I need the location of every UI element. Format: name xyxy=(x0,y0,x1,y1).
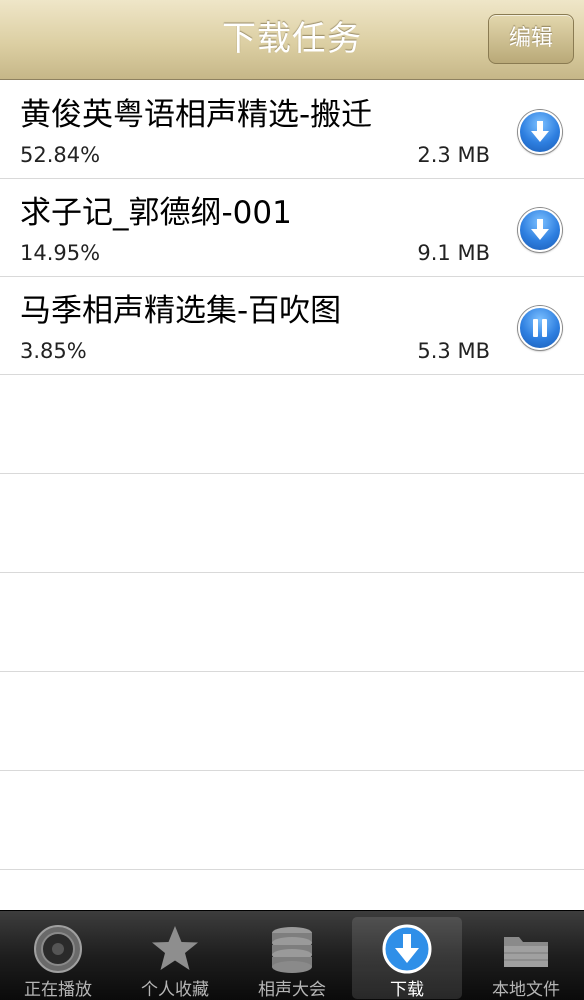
empty-row xyxy=(0,672,584,771)
download-arrow-icon[interactable] xyxy=(518,110,562,154)
tab-label: 相声大会 xyxy=(258,980,326,1000)
tab-label: 正在播放 xyxy=(24,980,92,1000)
app-screen: 下载任务 编辑 黄俊英粤语相声精选-搬迁 52.84% 2.3 MB 求子记_郭… xyxy=(0,0,584,1000)
edit-button[interactable]: 编辑 xyxy=(488,14,574,64)
download-size: 2.3 MB xyxy=(417,143,490,167)
download-arrow-icon[interactable] xyxy=(518,208,562,252)
empty-row xyxy=(0,771,584,870)
tab-bar: 正在播放 个人收藏 相声大会 下载 本地文件 xyxy=(0,910,584,1000)
empty-row xyxy=(0,375,584,474)
database-icon xyxy=(272,927,312,973)
download-size: 5.3 MB xyxy=(417,339,490,363)
download-icon xyxy=(382,924,432,974)
download-row[interactable]: 求子记_郭德纲-001 14.95% 9.1 MB xyxy=(0,179,584,277)
tab-now-playing[interactable]: 正在播放 xyxy=(0,911,116,1000)
download-title: 马季相声精选集-百吹图 xyxy=(20,293,342,329)
pause-icon[interactable] xyxy=(518,306,562,350)
download-progress: 52.84% xyxy=(20,143,101,167)
speaker-icon xyxy=(34,925,82,973)
folder-icon xyxy=(504,937,548,967)
download-row[interactable]: 黄俊英粤语相声精选-搬迁 52.84% 2.3 MB xyxy=(0,81,584,179)
download-row[interactable]: 马季相声精选集-百吹图 3.85% 5.3 MB xyxy=(0,277,584,375)
empty-row xyxy=(0,474,584,573)
download-list: 黄俊英粤语相声精选-搬迁 52.84% 2.3 MB 求子记_郭德纲-001 1… xyxy=(0,81,584,870)
download-title: 黄俊英粤语相声精选-搬迁 xyxy=(20,97,373,133)
download-title: 求子记_郭德纲-001 xyxy=(20,195,292,231)
download-progress: 3.85% xyxy=(20,339,87,363)
tab-label: 下载 xyxy=(390,980,424,1000)
tab-favorites[interactable]: 个人收藏 xyxy=(117,911,233,1000)
tab-crosstalk[interactable]: 相声大会 xyxy=(234,911,350,1000)
tab-local-files[interactable]: 本地文件 xyxy=(468,911,584,1000)
tab-label: 个人收藏 xyxy=(141,980,209,1000)
download-progress: 14.95% xyxy=(20,241,101,265)
navigation-bar: 下载任务 编辑 xyxy=(0,0,584,80)
tab-download[interactable]: 下载 xyxy=(352,917,462,1000)
tab-label: 本地文件 xyxy=(492,980,560,1000)
download-size: 9.1 MB xyxy=(417,241,490,265)
empty-row xyxy=(0,573,584,672)
star-icon xyxy=(152,926,198,970)
